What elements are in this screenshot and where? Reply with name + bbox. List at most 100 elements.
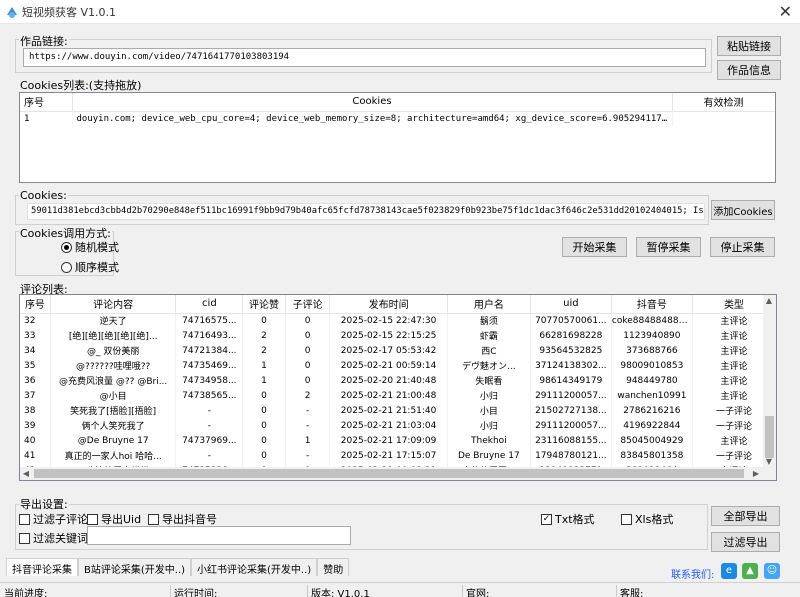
comments-cell: 74716575...	[175, 313, 244, 328]
comments-cell: -	[285, 448, 331, 463]
stop-collect-button[interactable]: 停止采集	[710, 237, 775, 257]
cookies-input-label: Cookies:	[19, 189, 68, 202]
tab-bilibili-comments[interactable]: B站评论采集(开发中..)	[78, 558, 192, 576]
col-header-no[interactable]: 序号	[20, 93, 73, 112]
txt-format-label: Txt格式	[555, 513, 595, 526]
cookies-list-label: Cookies列表:(支持拖放)	[19, 77, 143, 93]
comments-cell: 36	[20, 373, 51, 388]
comments-cell: 0	[242, 403, 286, 418]
table-row[interactable]: 1 douyin.com; device_web_cpu_core=4; dev…	[20, 111, 775, 126]
scroll-right-icon[interactable]: ▶	[750, 469, 762, 478]
comments-cell: 74721384...	[175, 343, 244, 358]
filter-keywords-checkbox[interactable]: 过滤关键词:	[19, 530, 92, 546]
tab-sponsor[interactable]: 赞助	[317, 558, 350, 576]
table-row[interactable]: 38 笑死我了[捂脸][捂脸] -0-2025-02-21 21:51:40 小目 21…	[20, 403, 776, 418]
txt-format-checkbox[interactable]: ✓ Txt格式	[541, 511, 595, 527]
comments-vertical-scrollbar[interactable]: ▲ ▼	[763, 295, 776, 467]
add-cookies-button[interactable]: 添加Cookies	[711, 200, 775, 220]
export-douyin-id-box[interactable]	[148, 513, 159, 525]
table-row[interactable]: 35 @??????哇哩哦?? 74735469... 1 0 2025-02-21 00…	[20, 358, 776, 373]
comments-table: 序号 评论内容 cid 评论赞 子评论 发布时间 用户名 uid 抖音号 类型 32 逆天了 7471…	[20, 295, 776, 480]
table-row[interactable]: 34 @_ 双份美丽 74721384... 2 0 2025-02-17 05:53:4…	[20, 343, 776, 358]
comments-col-header[interactable]: 发布时间	[329, 295, 448, 314]
comments-cell: 0	[285, 343, 331, 358]
scroll-left-icon[interactable]: ◀	[20, 469, 32, 478]
xls-format-checkbox[interactable]: Xls格式	[621, 511, 673, 527]
cookies-list-grid[interactable]: 序号 Cookies 有效检测 1 douyin.com; device_web…	[19, 92, 776, 183]
comments-col-header[interactable]: uid	[530, 295, 612, 314]
comments-cell: 逆天了	[50, 313, 177, 328]
start-collect-button[interactable]: 开始采集	[562, 237, 627, 257]
txt-format-box[interactable]: ✓	[541, 513, 552, 525]
vertical-scroll-thumb[interactable]	[765, 416, 774, 458]
col-header-cookies[interactable]: Cookies	[72, 93, 673, 112]
scroll-down-icon[interactable]: ▼	[763, 457, 775, 466]
link-input[interactable]: https://www.douyin.com/video/74716417701…	[23, 48, 706, 67]
comments-cell: 37124138302...	[530, 358, 612, 373]
comments-col-header[interactable]: 子评论	[285, 295, 331, 314]
link-label: 作品链接:	[19, 33, 69, 49]
filter-keywords-input[interactable]	[87, 526, 351, 545]
export-all-button[interactable]: 全部导出	[711, 506, 780, 526]
table-row[interactable]: 33 [绝][绝][绝][绝][绝]... 74716493... 2 0 2025-02…	[20, 328, 776, 343]
comments-cell: 0	[285, 373, 331, 388]
export-uid-box[interactable]	[87, 513, 98, 525]
close-icon[interactable]: ✕	[779, 2, 792, 21]
tab-douyin-comments[interactable]: 抖音评论采集	[6, 558, 78, 576]
tab-xiaohongshu-comments[interactable]: 小红书评论采集(开发中..)	[191, 558, 318, 576]
comments-horizontal-scrollbar[interactable]: ◀ ▶	[20, 467, 776, 480]
comments-cell: 2025-02-21 00:59:14	[329, 358, 448, 373]
comments-col-header[interactable]: 评论赞	[242, 295, 286, 314]
table-row[interactable]: 41 真正的一家人hoi 哈哈... -0-2025-02-21 17:15:07 D…	[20, 448, 776, 463]
comments-cell: 4196922844	[611, 418, 693, 433]
comments-col-header[interactable]: 用户名	[447, 295, 531, 314]
comments-cell: 74716493...	[175, 328, 244, 343]
filter-keywords-box[interactable]	[19, 532, 30, 544]
export-douyin-id-checkbox[interactable]: 导出抖音号	[148, 511, 217, 527]
comments-col-header[interactable]: 序号	[20, 295, 51, 314]
table-row[interactable]: 39 俩个人笑死我了 -0-2025-02-21 21:03:04 小归 2911120…	[20, 418, 776, 433]
radio-sequential-label: 顺序模式	[75, 261, 119, 274]
paste-link-button[interactable]: 粘贴链接	[717, 36, 781, 56]
comments-col-header[interactable]: 抖音号	[611, 295, 693, 314]
comments-cell: -	[175, 448, 244, 463]
comments-cell: 98009010853	[611, 358, 693, 373]
comments-cell: 37	[20, 388, 51, 403]
comments-cell: 0	[242, 418, 286, 433]
comments-cell: 俩个人笑死我了	[50, 418, 177, 433]
filter-sub-comments-label: 过滤子评论	[33, 513, 88, 526]
comments-cell: 1	[285, 433, 331, 448]
ie-icon[interactable]: e	[721, 563, 737, 579]
comments-col-header[interactable]: 评论内容	[50, 295, 177, 314]
table-row[interactable]: 36 @充费风浪量 @?? @Bri... 74734958... 1 0 2025-02…	[20, 373, 776, 388]
radio-random-indicator[interactable]	[61, 241, 72, 253]
pause-collect-button[interactable]: 暂停采集	[636, 237, 701, 257]
comments-cell: 29111200057...	[530, 388, 612, 403]
table-row[interactable]: 37 @小目 74738565... 0 2 2025-02-21 21:00:48 小归 2…	[20, 388, 776, 403]
comments-cell: 70770570061...	[530, 313, 612, 328]
export-uid-checkbox[interactable]: 导出Uid	[87, 511, 141, 527]
comments-cell: -	[175, 403, 244, 418]
col-header-valid-check[interactable]: 有效检测	[672, 93, 775, 112]
filter-sub-comments-checkbox[interactable]: 过滤子评论	[19, 511, 88, 527]
module-tabs: 抖音评论采集 B站评论采集(开发中..) 小红书评论采集(开发中..) 赞助	[6, 558, 350, 576]
table-row[interactable]: 32 逆天了 74716575... 0 0 2025-02-15 22:47:30 鬍须 7…	[20, 313, 776, 328]
export-filtered-button[interactable]: 过滤导出	[711, 532, 780, 552]
filter-sub-comments-box[interactable]	[19, 513, 30, 525]
horizontal-scroll-thumb[interactable]	[34, 469, 744, 478]
radio-random-mode[interactable]: 随机模式	[61, 239, 119, 255]
xls-format-box[interactable]	[621, 513, 632, 525]
comments-col-header[interactable]: cid	[175, 295, 244, 314]
cookies-input[interactable]: 59011d381ebcd3cbb4d2b70290e848ef511bc169…	[27, 203, 705, 220]
comments-cell: 2025-02-21 21:00:48	[329, 388, 448, 403]
radio-sequential-mode[interactable]: 顺序模式	[61, 259, 119, 275]
comments-grid[interactable]: 序号 评论内容 cid 评论赞 子评论 发布时间 用户名 uid 抖音号 类型 32 逆天了 7471…	[19, 294, 777, 481]
android-icon[interactable]: ▲	[742, 563, 758, 579]
scroll-up-icon[interactable]: ▲	[763, 296, 775, 305]
video-info-button[interactable]: 作品信息	[717, 60, 781, 80]
comments-cell: 2025-02-21 17:15:07	[329, 448, 448, 463]
comments-cell: 笑死我了[捂脸][捂脸]	[50, 403, 177, 418]
table-row[interactable]: 40 @De Bruyne 17 74737969... 0 1 2025-02-21 1…	[20, 433, 776, 448]
radio-sequential-indicator[interactable]	[61, 261, 72, 273]
users-icon[interactable]: ☺	[764, 563, 780, 579]
